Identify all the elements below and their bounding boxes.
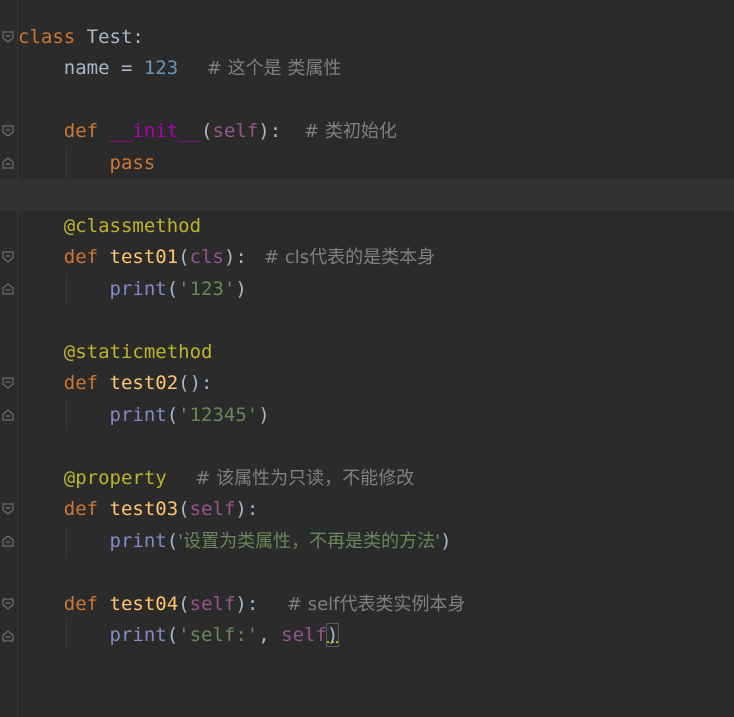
code-line[interactable]: class Test: xyxy=(18,22,144,54)
string-literal: '设置为类属性，不再是类的方法' xyxy=(178,531,441,552)
code-line[interactable]: def test01(cls): # cls代表的是类本身 xyxy=(18,242,435,274)
decorator: @staticmethod xyxy=(63,341,213,363)
code-line[interactable]: def test03(self): xyxy=(18,494,259,526)
punctuation: ): xyxy=(235,593,259,615)
keyword: def xyxy=(63,120,99,142)
builtin-print: print xyxy=(109,624,167,646)
code-line[interactable]: name = 123 # 这个是 类属性 xyxy=(18,53,342,85)
punctuation: ) xyxy=(235,278,247,300)
self-param: self xyxy=(189,593,236,615)
class-name: Test xyxy=(75,26,133,48)
code-line[interactable]: pass xyxy=(18,148,156,180)
punctuation: ( xyxy=(166,278,179,300)
keyword: def xyxy=(63,498,99,520)
function-name: test01 xyxy=(98,246,179,268)
self-param: self xyxy=(212,120,259,142)
punctuation: : xyxy=(132,26,144,48)
keyword: def xyxy=(63,246,99,268)
punctuation: ): xyxy=(223,246,247,268)
comment: # 这个是 类属性 xyxy=(178,58,342,79)
fold-open-icon[interactable] xyxy=(2,503,14,515)
fold-open-icon[interactable] xyxy=(2,377,14,389)
punctuation: ): xyxy=(235,498,259,520)
code-line[interactable]: @classmethod xyxy=(18,211,201,243)
function-name: __init__ xyxy=(98,120,202,142)
fold-close-icon[interactable] xyxy=(2,283,14,295)
code-line[interactable]: print('123') xyxy=(18,274,247,306)
current-line-highlight xyxy=(0,179,734,211)
punctuation: (): xyxy=(178,372,213,394)
keyword: def xyxy=(63,372,99,394)
code-line[interactable]: print('self:', self) xyxy=(18,620,340,652)
punctuation: ( xyxy=(201,120,213,142)
punctuation: ) xyxy=(258,404,270,426)
comment: # self代表类实例本身 xyxy=(258,594,466,615)
code-line[interactable]: @staticmethod xyxy=(18,337,213,369)
decorator: @classmethod xyxy=(63,215,202,237)
fold-close-icon[interactable] xyxy=(2,409,14,421)
code-line[interactable]: print('12345') xyxy=(18,400,270,432)
self-param: self xyxy=(189,498,236,520)
identifier: name xyxy=(63,57,110,79)
punctuation: , xyxy=(258,624,282,646)
code-line[interactable]: def __init__(self): # 类初始化 xyxy=(18,116,397,148)
fold-open-icon[interactable] xyxy=(2,251,14,263)
builtin-print: print xyxy=(109,278,167,300)
cls-param: cls xyxy=(189,246,224,268)
punctuation: ( xyxy=(178,498,190,520)
builtin-print: print xyxy=(109,530,167,552)
punctuation: ( xyxy=(178,593,190,615)
fold-open-icon[interactable] xyxy=(2,125,14,137)
builtin-print: print xyxy=(109,404,167,426)
matched-paren: ) xyxy=(325,623,340,647)
self-arg: self xyxy=(281,624,327,646)
function-name: test02 xyxy=(98,372,179,394)
keyword: pass xyxy=(109,152,156,174)
code-line[interactable]: def test02(): xyxy=(18,368,213,400)
number-literal: 123 xyxy=(143,57,179,79)
comment: # 该属性为只读，不能修改 xyxy=(166,468,415,489)
punctuation: ( xyxy=(166,530,179,552)
keyword: class xyxy=(18,26,76,48)
keyword: def xyxy=(63,593,99,615)
operator: = xyxy=(109,57,144,79)
fold-open-icon[interactable] xyxy=(2,598,14,610)
string-literal: '123' xyxy=(178,278,236,300)
code-line[interactable]: def test04(self): # self代表类实例本身 xyxy=(18,589,466,621)
string-literal: 'self:' xyxy=(178,624,259,646)
code-line[interactable]: print('设置为类属性，不再是类的方法') xyxy=(18,526,452,558)
fold-open-icon[interactable] xyxy=(2,31,14,43)
code-line[interactable]: @property # 该属性为只读，不能修改 xyxy=(18,463,414,495)
string-literal: '12345' xyxy=(178,404,259,426)
comment: # cls代表的是类本身 xyxy=(246,247,436,268)
fold-close-icon[interactable] xyxy=(2,535,14,547)
code-editor[interactable]: class Test: name = 123 # 这个是 类属性 def __i… xyxy=(0,0,734,717)
function-name: test04 xyxy=(98,593,179,615)
fold-close-icon[interactable] xyxy=(2,630,14,642)
punctuation: ): xyxy=(258,120,282,142)
decorator: @property xyxy=(63,467,167,489)
punctuation: ( xyxy=(178,246,190,268)
punctuation: ) xyxy=(440,530,452,552)
comment: # 类初始化 xyxy=(281,121,397,142)
punctuation: ( xyxy=(166,404,179,426)
function-name: test03 xyxy=(98,498,179,520)
punctuation: ( xyxy=(166,624,179,646)
fold-close-icon[interactable] xyxy=(2,157,14,169)
